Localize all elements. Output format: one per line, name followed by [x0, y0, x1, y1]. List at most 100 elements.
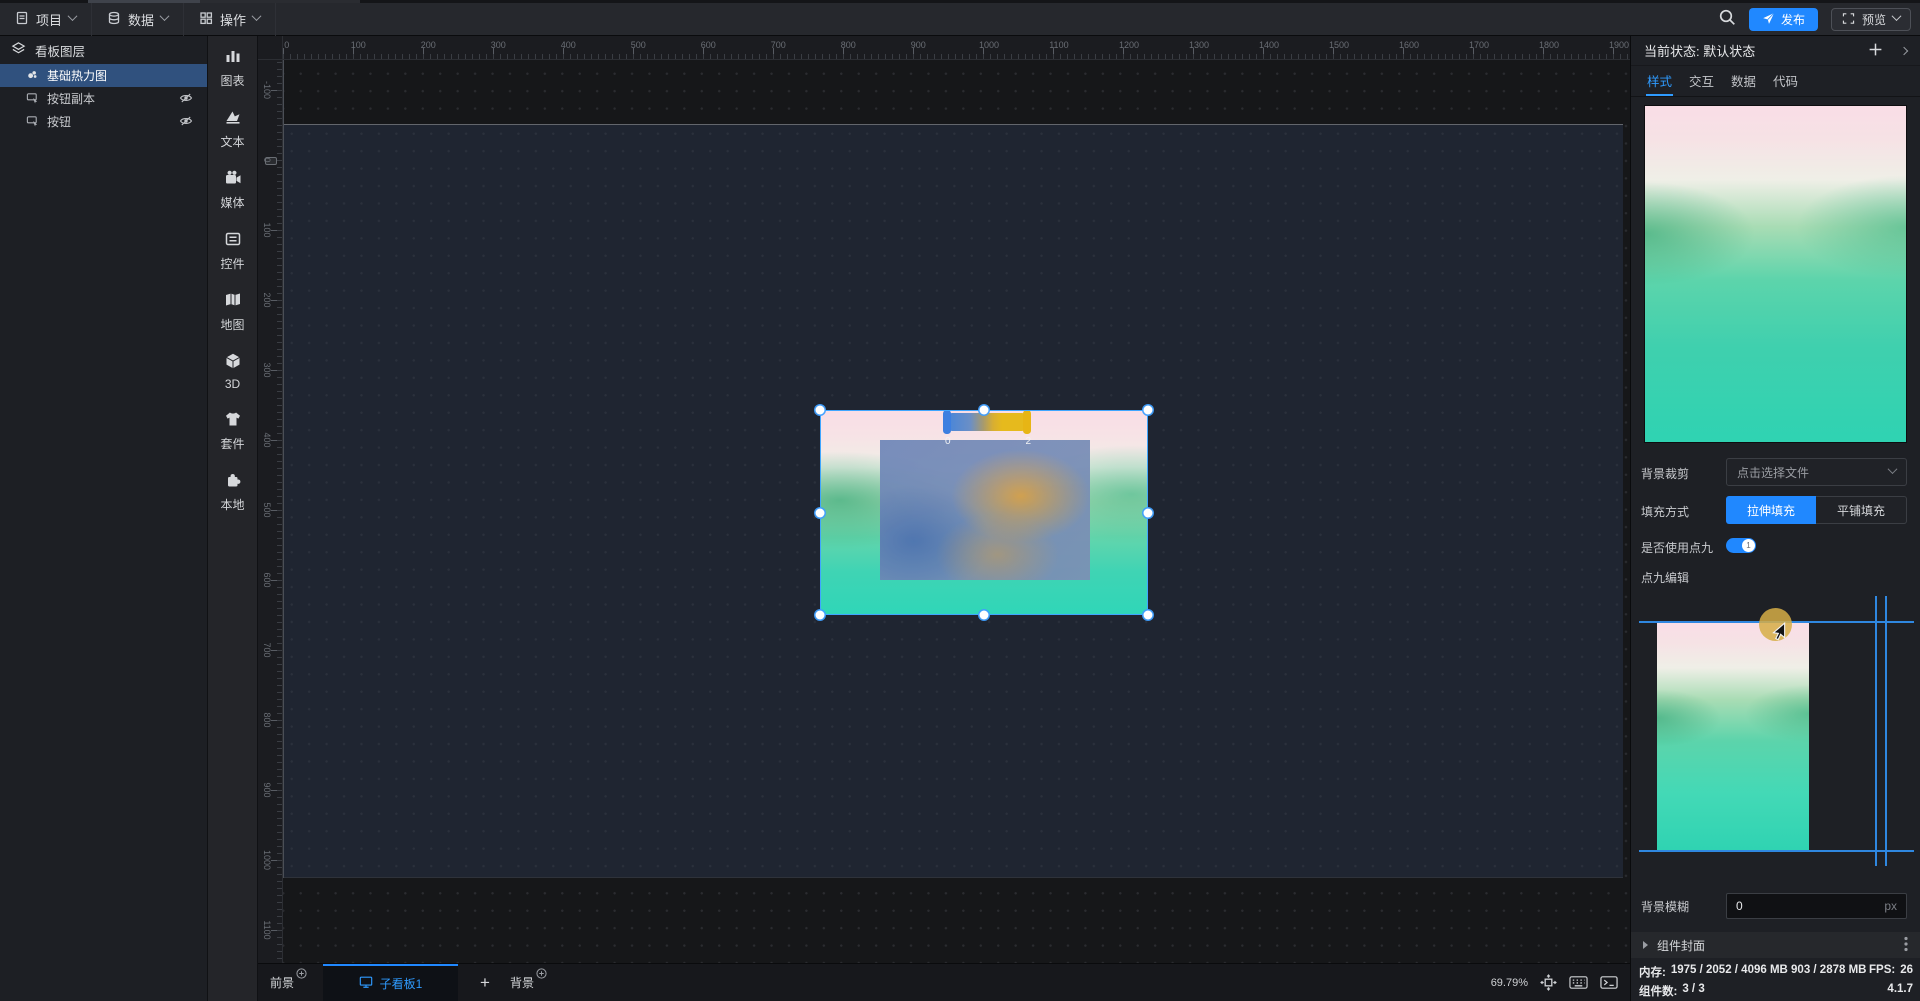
- h-ruler-label: 400: [561, 40, 576, 50]
- bg-blur-input[interactable]: 0 px: [1726, 893, 1907, 919]
- kit-icon: [224, 410, 242, 431]
- memory-label: 内存:: [1639, 964, 1666, 980]
- search-icon[interactable]: [1718, 8, 1736, 31]
- canvas-viewport[interactable]: 0 2: [283, 60, 1630, 963]
- tab-style[interactable]: 样式: [1646, 66, 1673, 96]
- add-state-icon[interactable]: [1868, 42, 1883, 60]
- panel-tabs: 样式 交互 数据 代码: [1631, 66, 1920, 97]
- nine-patch-toggle[interactable]: 1: [1726, 538, 1756, 553]
- circle-plus-icon[interactable]: [296, 968, 307, 982]
- memory-status: 内存: 1975 / 2052 / 4096 MB 903 / 2878 MB …: [1631, 964, 1920, 980]
- add-board-button[interactable]: +: [480, 973, 490, 993]
- send-icon: [1762, 12, 1775, 28]
- tool-map[interactable]: 地图: [208, 291, 257, 333]
- heatmap-component[interactable]: 0 2: [820, 410, 1148, 615]
- tool-label: 地图: [220, 316, 244, 333]
- keyboard-icon[interactable]: [1569, 975, 1588, 990]
- foreground-button[interactable]: 前景: [270, 974, 307, 991]
- resize-handle-n[interactable]: [980, 406, 989, 415]
- tool-text[interactable]: 文本: [208, 108, 257, 150]
- v-ruler-label: 700: [262, 642, 272, 657]
- v-ruler-label: 0: [262, 157, 272, 162]
- local-icon: [224, 471, 242, 492]
- v-ruler-label: 400: [262, 432, 272, 447]
- component-cover-section[interactable]: 组件封面: [1631, 932, 1920, 958]
- collapse-arrow-icon: [1643, 941, 1648, 949]
- terminal-icon[interactable]: [1600, 975, 1618, 990]
- resize-handle-se[interactable]: [1144, 611, 1153, 620]
- h-ruler-label: 1400: [1259, 40, 1279, 50]
- nine-patch-toggle-label: 是否使用点九: [1641, 539, 1713, 556]
- tool-widgets[interactable]: 控件: [208, 230, 257, 272]
- chevron-right-icon[interactable]: [1900, 46, 1908, 54]
- cursor-icon: [1771, 622, 1786, 644]
- components-value: 3 / 3: [1682, 983, 1704, 999]
- layer-item-button[interactable]: 按钮: [0, 110, 207, 133]
- h-ruler-label: 0: [284, 40, 289, 50]
- fps-label: FPS:: [1869, 964, 1895, 980]
- nine-patch-guide-right[interactable]: [1885, 596, 1887, 866]
- tool-3d[interactable]: 3D: [208, 352, 257, 391]
- tab-data[interactable]: 数据: [1730, 66, 1757, 96]
- nine-patch-guide-left[interactable]: [1875, 596, 1877, 866]
- publish-button[interactable]: 发布: [1749, 8, 1818, 31]
- tool-label: 控件: [220, 255, 244, 272]
- background-image-preview: [1644, 105, 1907, 443]
- resize-handle-nw[interactable]: [816, 406, 825, 415]
- preview-label: 预览: [1862, 11, 1886, 28]
- h-ruler-label: 1900: [1609, 40, 1629, 50]
- eye-hidden-icon[interactable]: [179, 114, 193, 131]
- bg-crop-select[interactable]: 点击选择文件: [1726, 458, 1907, 486]
- zoom-level[interactable]: 69.79%: [1491, 977, 1528, 989]
- eye-hidden-icon[interactable]: [179, 91, 193, 108]
- layer-item-button-copy[interactable]: 按钮副本: [0, 87, 207, 110]
- background-button[interactable]: 背景: [510, 974, 547, 991]
- menu-project[interactable]: 项目: [0, 3, 92, 36]
- nine-patch-preview[interactable]: [1657, 622, 1809, 851]
- nine-patch-edit-label: 点九编辑: [1641, 569, 1689, 586]
- components-status: 组件数: 3 / 3 4.1.7: [1631, 983, 1920, 999]
- tool-label: 套件: [220, 435, 244, 452]
- h-ruler-label: 1500: [1329, 40, 1349, 50]
- tool-media[interactable]: 媒体: [208, 169, 257, 211]
- resize-handle-ne[interactable]: [1144, 406, 1153, 415]
- h-ruler-label: 1600: [1399, 40, 1419, 50]
- resize-handle-e[interactable]: [1144, 508, 1153, 517]
- menu-data[interactable]: 数据: [92, 3, 184, 36]
- layer-label: 基础热力图: [47, 67, 107, 84]
- preview-button[interactable]: 预览: [1831, 8, 1911, 31]
- component-toolbar: 图表 文本 媒体 控件 地图 3D 套件 本地: [208, 36, 258, 1001]
- tool-local[interactable]: 本地: [208, 471, 257, 513]
- chevron-down-icon: [68, 11, 78, 21]
- fill-stretch-button[interactable]: 拉伸填充: [1726, 496, 1816, 524]
- layer-item-heatmap[interactable]: 基础热力图: [0, 64, 207, 87]
- h-ruler-label: 700: [771, 40, 786, 50]
- fill-tile-button[interactable]: 平铺填充: [1816, 496, 1907, 524]
- widget-icon: [224, 230, 242, 251]
- tab-interaction[interactable]: 交互: [1688, 66, 1715, 96]
- layer-label: 按钮副本: [47, 90, 95, 107]
- h-ruler-label: 1300: [1189, 40, 1209, 50]
- tool-label: 3D: [225, 377, 240, 391]
- resize-handle-s[interactable]: [980, 611, 989, 620]
- tab-subboard-1[interactable]: 子看板1: [323, 964, 458, 1001]
- topbar: 项目 数据 操作 发布 预览: [0, 0, 1920, 36]
- more-vertical-icon[interactable]: [1904, 936, 1908, 955]
- nine-patch-guide-bottom[interactable]: [1639, 850, 1914, 852]
- fit-screen-icon[interactable]: [1540, 974, 1557, 991]
- settings-panel: 当前状态: 默认状态 样式 交互 数据 代码 背景裁剪 点击选择文件 填充方式 …: [1630, 36, 1920, 1001]
- vertical-ruler[interactable]: -100010020030040050060070080090010001100: [258, 60, 283, 963]
- tool-label: 本地: [220, 496, 244, 513]
- selection-outline: [820, 410, 1148, 615]
- resize-handle-w[interactable]: [816, 508, 825, 517]
- tool-kits[interactable]: 套件: [208, 410, 257, 452]
- resize-handle-sw[interactable]: [816, 611, 825, 620]
- circle-plus-icon[interactable]: [536, 968, 547, 982]
- document-icon: [15, 11, 29, 28]
- h-ruler-label: 1200: [1119, 40, 1139, 50]
- tool-charts[interactable]: 图表: [208, 47, 257, 89]
- tab-code[interactable]: 代码: [1772, 66, 1799, 96]
- menu-actions[interactable]: 操作: [184, 3, 276, 36]
- database-icon: [107, 11, 121, 28]
- horizontal-ruler[interactable]: 0100200300400500600700800900100011001200…: [283, 36, 1630, 60]
